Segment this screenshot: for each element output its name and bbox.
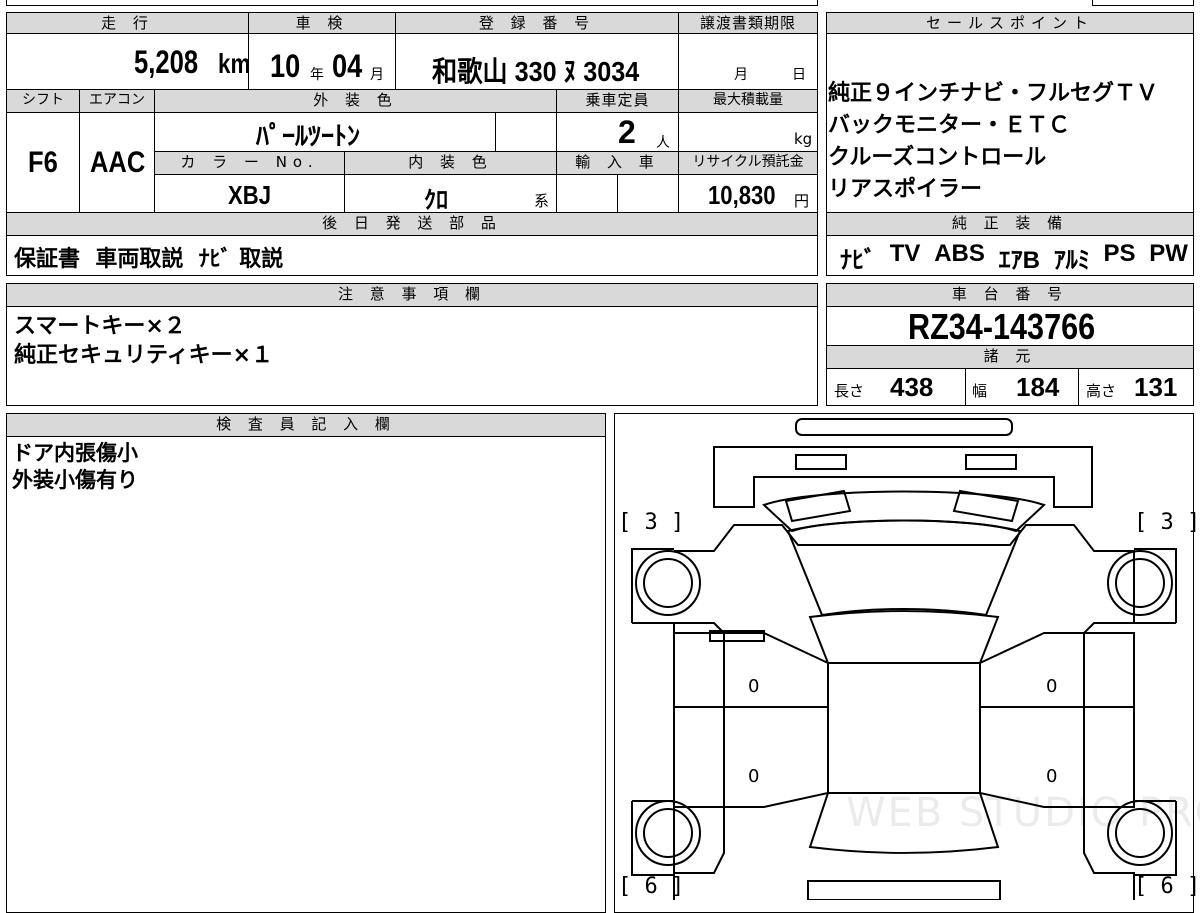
- height-label: 高さ: [1086, 382, 1117, 400]
- cabin: [827, 662, 981, 794]
- salespoint-item: 純正９インチナビ・フルセグＴＶ: [828, 81, 1159, 106]
- interior-cell: [344, 174, 557, 213]
- salespoint-header: セールスポイント: [826, 12, 1194, 34]
- interior-value: ｸﾛ: [424, 187, 448, 214]
- registration-value: 和歌山 330 ﾇ 3034: [432, 56, 640, 87]
- left-rear-fender: [631, 800, 674, 876]
- wheel-front-right: [1107, 550, 1173, 616]
- inspector-line: ドア内張傷小: [12, 441, 138, 465]
- body-outline: [673, 524, 1135, 900]
- transfer-header: 譲渡書類期限: [678, 12, 818, 34]
- aircon-header: エアコン: [79, 89, 155, 113]
- door-mark-right-front: 0: [1046, 676, 1058, 697]
- interior-unit: 系: [534, 192, 550, 210]
- color-no-value: XBJ: [228, 180, 271, 210]
- capacity-header: 乗車定員: [556, 89, 679, 113]
- interior-header: 内 装 色: [344, 151, 557, 175]
- recycle-header: リサイクル預託金: [678, 151, 818, 175]
- wiper-right: [952, 489, 1020, 523]
- salespoint-list: 純正９インチナビ・フルセグＴＶ バックモニター・ＥＴＣ クルーズコントロール リ…: [828, 78, 1190, 206]
- mark-rear-left: [ 6 ]: [618, 874, 685, 899]
- inspector-list: ドア内張傷小 外装小傷有り: [12, 440, 138, 494]
- width-value: 184: [1016, 372, 1060, 402]
- salespoint-item: クルーズコントロール: [828, 145, 1047, 170]
- recycle-unit: 円: [794, 192, 810, 210]
- equipment-item: TV: [889, 240, 921, 267]
- height-value: 131: [1134, 372, 1178, 402]
- top-strip-left: [6, 0, 818, 6]
- mileage-value: 5,208: [134, 44, 199, 80]
- exterior-extra-cell: [495, 112, 557, 152]
- door-mark-left-front: 0: [748, 676, 760, 697]
- import-cell-a: [556, 174, 618, 213]
- year-unit: 年: [310, 67, 324, 83]
- later-parts-value: 保証書 車両取説 ﾅﾋﾞ 取説: [14, 247, 284, 272]
- transfer-month: 月: [734, 67, 748, 83]
- wiper-left: [784, 489, 852, 523]
- chassis-value: RZ34-143766: [908, 306, 1096, 347]
- color-no-header: カ ラ ー No.: [154, 151, 345, 175]
- headlight-left: [795, 454, 847, 470]
- chassis-header: 車 台 番 号: [826, 283, 1194, 307]
- transfer-day: 日: [792, 67, 806, 83]
- inspector-line: 外装小傷有り: [12, 468, 138, 492]
- inspection-year: 10: [270, 48, 301, 84]
- notes-line: 純正セキュリティキー×１: [14, 343, 274, 368]
- maxload-header: 最大積載量: [678, 89, 818, 113]
- salespoint-item: バックモニター・ＥＴＣ: [828, 113, 1071, 138]
- equipment-item: ｱﾙﾐ: [1053, 247, 1090, 274]
- later-parts-header: 後 日 発 送 部 品: [6, 212, 818, 236]
- recycle-value: 10,830: [708, 180, 776, 210]
- notes-line: スマートキー×２: [14, 314, 186, 339]
- notes-header: 注 意 事 項 欄: [6, 283, 818, 307]
- watermark: WEB STUDIO PRO: [846, 790, 1200, 836]
- headlight-right: [965, 454, 1017, 470]
- door-mark-right-rear: 0: [1046, 766, 1058, 787]
- equipment-item: PW: [1149, 240, 1188, 267]
- width-label: 幅: [972, 382, 988, 400]
- aircon-value: AAC: [90, 146, 146, 179]
- equipment-item: ｴｱB: [998, 247, 1040, 274]
- equipment-item: ABS: [934, 240, 985, 267]
- inspection-header: 車 検: [248, 12, 396, 34]
- salespoint-item: リアスポイラー: [828, 177, 983, 202]
- length-label: 長さ: [834, 382, 865, 400]
- length-value: 438: [890, 372, 934, 402]
- inspector-header: 検 査 員 記 入 欄: [6, 413, 606, 437]
- capacity-unit: 人: [656, 135, 670, 151]
- roof: [808, 610, 1000, 664]
- equipment-header: 純 正 装 備: [826, 212, 1194, 236]
- mileage-unit: km: [218, 48, 251, 79]
- specs-header: 諸 元: [826, 345, 1194, 369]
- top-strip-right: [1092, 0, 1194, 6]
- mark-front-right: [ 3 ]: [1134, 510, 1200, 535]
- capacity-value: 2: [618, 114, 636, 150]
- import-header: 輸 入 車: [556, 151, 679, 175]
- front-bumper-bar: [795, 418, 1013, 436]
- wheel-rear-left: [635, 800, 701, 866]
- windshield: [786, 519, 1022, 617]
- shift-value: F6: [28, 146, 58, 179]
- exterior-header: 外 装 色: [154, 89, 557, 113]
- mark-rear-right: [ 6 ]: [1134, 874, 1200, 899]
- equipment-list: ﾅﾋﾞ TV ABS ｴｱB ｱﾙﾐ PS PW: [840, 240, 1188, 275]
- rear-bumper: [807, 880, 1001, 900]
- maxload-unit: kg: [794, 130, 813, 148]
- mileage-header: 走 行: [6, 12, 249, 34]
- equipment-item: ﾅﾋﾞ: [840, 247, 876, 274]
- hood-outline: [713, 446, 1093, 508]
- import-cell-b: [617, 174, 679, 213]
- month-unit: 月: [370, 67, 384, 83]
- shift-header: シフト: [6, 89, 80, 113]
- mileage-cell: [6, 33, 249, 90]
- exterior-value: ﾊﾟｰﾙﾂｰﾄﾝ: [256, 121, 361, 151]
- door-mark-left-rear: 0: [748, 766, 760, 787]
- registration-header: 登 録 番 号: [395, 12, 679, 34]
- wheel-front-left: [635, 550, 701, 616]
- equipment-item: PS: [1103, 240, 1136, 267]
- inspection-month: 04: [332, 48, 363, 84]
- mark-front-left: [ 3 ]: [618, 510, 685, 535]
- notes-list: スマートキー×２ 純正セキュリティキー×１: [14, 312, 273, 370]
- left-rear-door: [673, 706, 829, 808]
